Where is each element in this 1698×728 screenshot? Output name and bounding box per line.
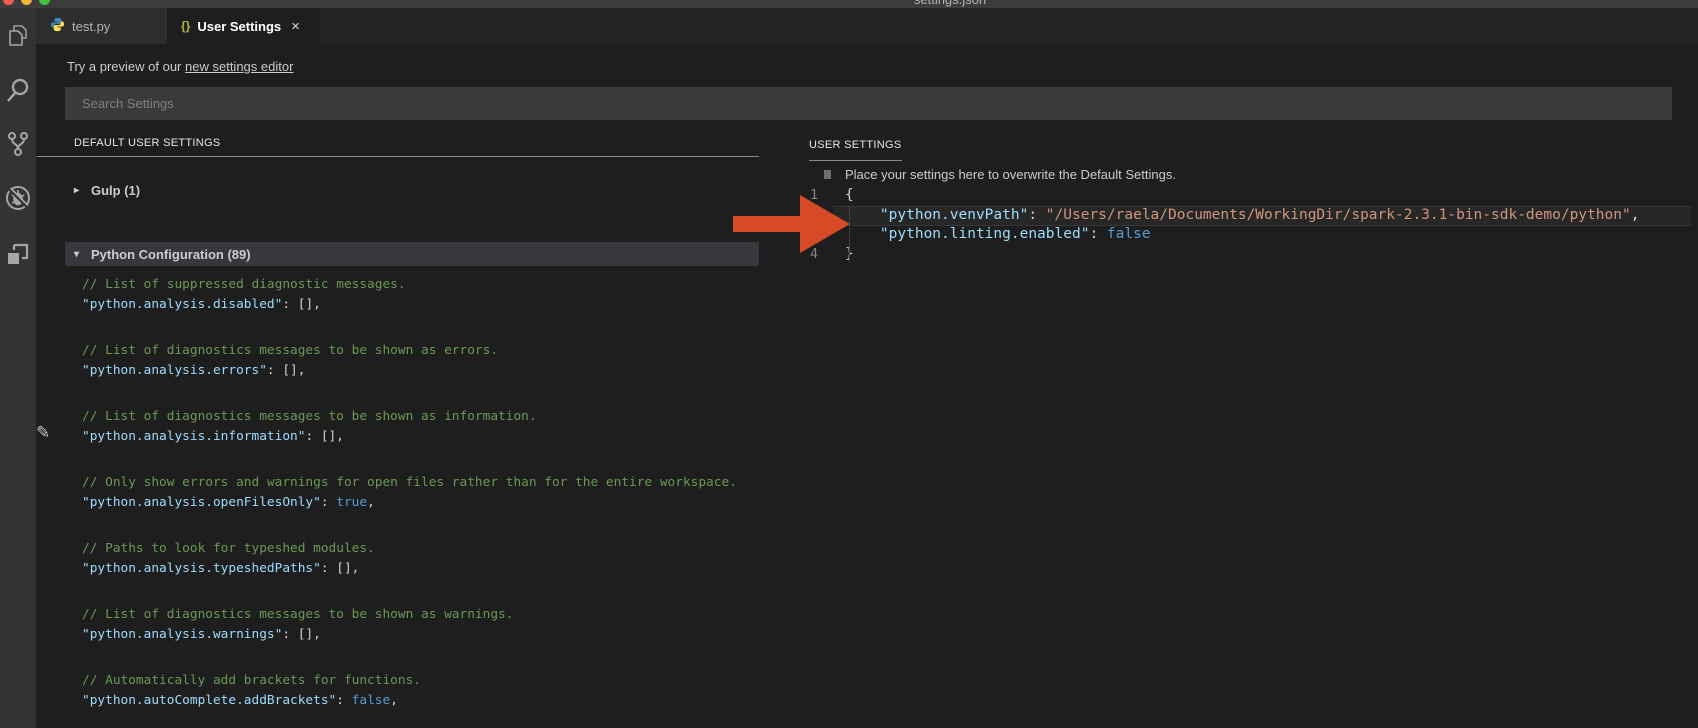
settings-preview-banner: Try a preview of our new settings editor (67, 59, 293, 74)
code-token: "python.analysis.information" (82, 429, 305, 444)
setting-comment: // Only show errors and warnings for ope… (82, 473, 759, 493)
user-settings-panel[interactable]: USER SETTINGS Place your settings here t… (770, 125, 1698, 728)
group-label: Gulp (1) (91, 183, 140, 198)
tab-user-settings[interactable]: {} User Settings × (167, 8, 320, 44)
code-token: "python.analysis.openFilesOnly" (82, 495, 321, 510)
search-icon[interactable] (4, 76, 32, 104)
code-token: "python.analysis.errors" (82, 363, 267, 378)
source-control-icon[interactable] (4, 130, 32, 158)
code-token: , (367, 495, 375, 510)
setting-comment: // Paths to look for typeshed modules. (82, 539, 759, 559)
editor-line[interactable]: 3 "python.linting.enabled": false (770, 225, 1698, 245)
setting-code-line: "python.analysis.errors": [], (82, 361, 759, 381)
code-token: false (1107, 226, 1151, 242)
default-settings-code[interactable]: // List of suppressed diagnostic message… (82, 275, 759, 728)
traffic-light-zoom-icon[interactable] (39, 0, 50, 5)
editor-line[interactable]: 2 "python.venvPath": "/Users/raela/Docum… (770, 206, 1698, 226)
default-setting-entry: // Only show errors and warnings for ope… (82, 473, 759, 512)
current-line-highlight (833, 206, 1691, 226)
setting-comment: // List of diagnostics messages to be sh… (82, 605, 759, 625)
setting-comment: // List of diagnostics messages to be sh… (82, 341, 759, 361)
settings-group-python-configuration[interactable]: ▾ Python Configuration (89) (65, 242, 759, 266)
explorer-icon[interactable] (4, 22, 32, 50)
code-token: "python.analysis.warnings" (82, 627, 282, 642)
code-token: : [], (267, 363, 306, 378)
setting-code-line: "python.analysis.disabled": [], (82, 295, 759, 315)
chevron-down-icon: ▾ (74, 249, 85, 260)
code-token: "python.analysis.typeshedPaths" (82, 561, 321, 576)
line-content: "python.linting.enabled": false (832, 225, 1151, 245)
user-settings-description: Place your settings here to overwrite th… (845, 167, 1176, 182)
setting-comment: // Automatically add brackets for functi… (82, 671, 759, 691)
window-title: settings.json (820, 0, 1080, 7)
extensions-icon[interactable] (4, 240, 32, 268)
setting-code-line: "python.analysis.information": [], (82, 427, 759, 447)
panel-title-divider (37, 156, 759, 157)
code-token: : [], (321, 561, 360, 576)
chevron-right-icon: ▸ (74, 185, 85, 196)
activity-bar (0, 8, 36, 728)
code-token: false (352, 693, 391, 708)
code-token: true (336, 495, 367, 510)
code-token: "python.autoComplete.addBrackets" (82, 693, 336, 708)
setting-code-line: "python.autoComplete.addBrackets": false… (82, 691, 759, 711)
setting-code-line: "python.analysis.openFilesOnly": true, (82, 493, 759, 513)
banner-text: Try a preview of our (67, 59, 185, 74)
code-token: , (390, 693, 398, 708)
default-setting-entry: // List of diagnostics messages to be sh… (82, 407, 759, 446)
traffic-light-close-icon[interactable] (3, 0, 14, 5)
tab-label: User Settings (197, 19, 281, 34)
default-setting-entry: // Automatically add brackets for functi… (82, 671, 759, 710)
python-file-icon (50, 17, 65, 35)
tab-bar: test.py {} User Settings × (36, 8, 1698, 44)
code-token: : (1089, 226, 1106, 242)
traffic-light-minimize-icon[interactable] (21, 0, 32, 5)
setting-code-line: "python.analysis.warnings": [], (82, 625, 759, 645)
code-token: : (336, 693, 351, 708)
user-settings-code[interactable]: 1{2 "python.venvPath": "/Users/raela/Doc… (770, 186, 1698, 264)
group-label: Python Configuration (89) (91, 247, 251, 262)
code-token: : [], (305, 429, 344, 444)
code-token: : [], (282, 297, 321, 312)
new-settings-editor-link[interactable]: new settings editor (185, 59, 293, 74)
code-token: : (321, 495, 336, 510)
default-settings-title: DEFAULT USER SETTINGS (74, 137, 220, 149)
default-settings-panel[interactable]: DEFAULT USER SETTINGS ▸ Gulp (1) ▾ Pytho… (37, 125, 759, 728)
search-settings-input[interactable] (65, 87, 1672, 120)
setting-comment: // List of diagnostics messages to be sh… (82, 407, 759, 427)
braces-icon: {} (181, 19, 190, 33)
code-token: "python.linting.enabled" (880, 226, 1090, 242)
edit-pencil-icon[interactable]: ✎ (36, 423, 50, 443)
code-token: : [], (282, 627, 321, 642)
tab-test-py[interactable]: test.py (36, 8, 167, 44)
user-settings-title: USER SETTINGS (809, 139, 902, 161)
default-setting-entry: // List of suppressed diagnostic message… (82, 275, 759, 314)
settings-group-gulp[interactable]: ▸ Gulp (1) (37, 178, 759, 202)
default-setting-entry: // List of diagnostics messages to be sh… (82, 605, 759, 644)
setting-code-line: "python.analysis.typeshedPaths": [], (82, 559, 759, 579)
tab-label: test.py (72, 19, 110, 34)
default-setting-entry: // Paths to look for typeshed modules."p… (82, 539, 759, 578)
titlebar: settings.json (0, 0, 1698, 8)
panel-sash-handle[interactable] (824, 170, 831, 179)
red-annotation-arrow (733, 193, 853, 255)
default-setting-entry: // List of diagnostics messages to be sh… (82, 341, 759, 380)
close-tab-icon[interactable]: × (291, 18, 300, 35)
editor-line[interactable]: 1{ (770, 186, 1698, 206)
setting-comment: // List of suppressed diagnostic message… (82, 275, 759, 295)
code-token: "python.analysis.disabled" (82, 297, 282, 312)
editor-line[interactable]: 4} (770, 245, 1698, 265)
debug-icon[interactable] (4, 184, 32, 212)
